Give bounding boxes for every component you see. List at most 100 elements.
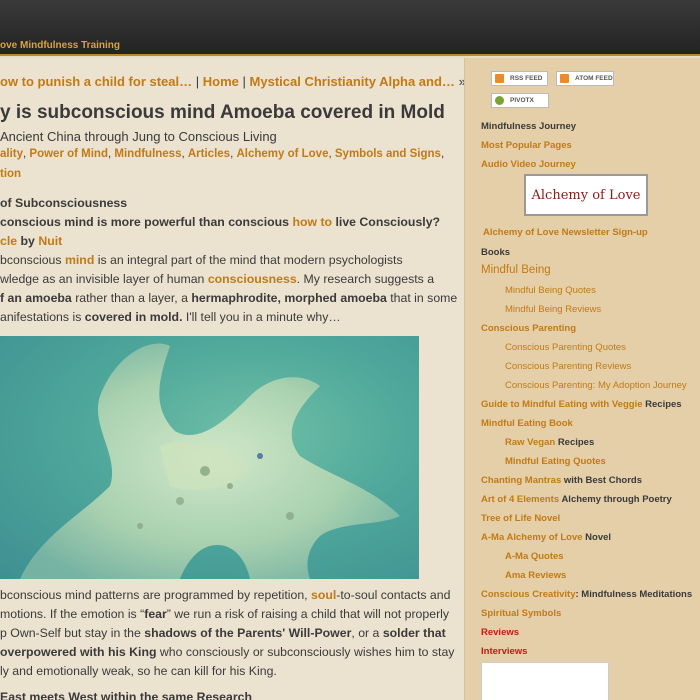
sidebar-item-mb-quotes[interactable]: Mindful Being Quotes: [505, 285, 596, 296]
sidebar-item-cp-adoption[interactable]: Conscious Parenting: My Adoption Journey: [505, 380, 687, 391]
sidebar-item-audio-video[interactable]: Audio Video Journey: [481, 159, 576, 170]
text: , or a: [351, 626, 380, 640]
sidebar-item-mindful-eating-book[interactable]: Mindful Eating Book: [481, 418, 573, 429]
sidebar-item-cp-reviews[interactable]: Conscious Parenting Reviews: [505, 361, 631, 372]
question-text: conscious mind is more powerful than con…: [0, 215, 290, 229]
text: bconscious mind patterns are programmed …: [0, 588, 308, 602]
question-text: live Consciously?: [335, 215, 441, 229]
chanting-tail: with Best Chords: [563, 475, 642, 486]
main-content: ow to punish a child for steal… | Home |…: [0, 58, 464, 700]
text: wledge as an invisible layer of human: [0, 272, 205, 286]
text: fear: [144, 607, 167, 621]
ama-tail: Novel: [585, 532, 612, 543]
category-link[interactable]: Power of Mind: [29, 148, 108, 160]
text: hermaphrodite, morphed amoeba: [191, 291, 387, 305]
sidebar-item-interviews[interactable]: Interviews: [481, 646, 527, 657]
text: f an amoeba: [0, 291, 72, 305]
sidebar-item-conscious-parenting[interactable]: Conscious Parenting: [481, 323, 576, 334]
paragraph-line: bconscious mind patterns are programmed …: [0, 588, 450, 602]
breadcrumb-prev-link[interactable]: ow to punish a child for steal…: [0, 74, 192, 89]
sidebar-item-most-popular[interactable]: Most Popular Pages: [481, 140, 572, 151]
paragraph-line: wledge as an invisible layer of human co…: [0, 272, 434, 286]
sidebar-widget-box: [481, 662, 609, 700]
sidebar-item-art[interactable]: Art of 4 Elements Alchemy through Poetry: [481, 494, 672, 505]
text: that in some: [390, 291, 458, 305]
pivotx-button[interactable]: PIVOTX: [491, 93, 549, 108]
sidebar-item-creativity[interactable]: Conscious Creativity: Mindfulness Medita…: [481, 589, 692, 600]
how-to-link[interactable]: how to: [292, 215, 332, 229]
sidebar-item-cp-quotes[interactable]: Conscious Parenting Quotes: [505, 342, 626, 353]
breadcrumb-next-link[interactable]: Mystical Christianity Alpha and…: [250, 74, 455, 89]
breadcrumb-home-link[interactable]: Home: [203, 74, 239, 89]
soul-link[interactable]: soul: [311, 588, 336, 602]
creativity-link[interactable]: Conscious Creativity: [481, 589, 576, 600]
art-link[interactable]: Art of 4 Elements: [481, 494, 559, 505]
text: solder that: [382, 626, 446, 640]
sidebar-item-ama-reviews[interactable]: Ama Reviews: [505, 570, 566, 581]
next-section-heading: East meets West within the same Research: [0, 690, 252, 700]
category-link[interactable]: Articles: [188, 148, 230, 160]
sidebar-item-guide[interactable]: Guide to Mindful Eating with Veggie Reci…: [481, 399, 682, 410]
category-link[interactable]: Alchemy of Love: [236, 148, 328, 160]
paragraph-line: overpowered with his King who consciousl…: [0, 645, 454, 659]
paragraph-line: anifestations is covered in mold. I'll t…: [0, 310, 341, 324]
paragraph-line: bconscious mind is an integral part of t…: [0, 253, 403, 267]
byline: cle by Nuit: [0, 234, 62, 248]
logo-text: Alchemy of Love: [531, 187, 641, 203]
sidebar-item-chanting[interactable]: Chanting Mantras with Best Chords: [481, 475, 642, 486]
breadcrumb: ow to punish a child for steal… | Home |…: [0, 74, 464, 89]
consciousness-link[interactable]: consciousness: [208, 272, 297, 286]
text: who consciously or subconsciously wishes…: [159, 645, 455, 659]
sidebar: RSS FEED ATOM FEED PIVOTX Mindfulness Jo…: [464, 58, 700, 700]
amoeba-illustration: [20, 343, 400, 579]
text: is an integral part of the mind that mod…: [97, 253, 403, 267]
rss-feed-button[interactable]: RSS FEED: [491, 71, 548, 86]
page-subtitle: Ancient China through Jung to Conscious …: [0, 129, 277, 144]
atom-icon: [560, 74, 569, 83]
sidebar-item-raw-vegan[interactable]: Raw Vegan Recipes: [505, 437, 594, 448]
category-link[interactable]: tion: [0, 168, 21, 180]
sidebar-item-mindfulness-journey[interactable]: Mindfulness Journey: [481, 121, 576, 132]
author-link[interactable]: Nuit: [38, 234, 62, 248]
mind-link[interactable]: mind: [65, 253, 94, 267]
text: ” we run a risk of raising a child that …: [166, 607, 450, 621]
page-title: y is subconscious mind Amoeba covered in…: [0, 102, 445, 123]
sidebar-item-spiritual-symbols[interactable]: Spiritual Symbols: [481, 608, 561, 619]
sidebar-item-books[interactable]: Books: [481, 247, 510, 258]
ama-link[interactable]: A-Ma Alchemy of Love: [481, 532, 583, 543]
text: I'll tell you in a minute why…: [185, 310, 341, 324]
sidebar-item-mindful-eating-quotes[interactable]: Mindful Eating Quotes: [505, 456, 606, 467]
rss-icon: [495, 74, 504, 83]
category-link[interactable]: Symbols and Signs: [335, 148, 441, 160]
breadcrumb-sep: |: [195, 74, 200, 89]
question-line: conscious mind is more powerful than con…: [0, 215, 440, 229]
guide-link[interactable]: Guide to Mindful Eating with Veggie: [481, 399, 643, 410]
paragraph-line: motions. If the emotion is “fear” we run…: [0, 607, 449, 621]
pivotx-label: PIVOTX: [510, 97, 534, 104]
paragraph-line: p Own-Self but stay in the shadows of th…: [0, 626, 446, 640]
guide-tail: Recipes: [645, 399, 682, 410]
atom-label: ATOM FEED: [575, 75, 613, 82]
sidebar-item-ama[interactable]: A-Ma Alchemy of Love Novel: [481, 532, 611, 543]
raw-vegan-link[interactable]: Raw Vegan: [505, 437, 555, 448]
byline-by: by: [20, 234, 35, 248]
paragraph-line: f an amoeba rather than a layer, a herma…: [0, 291, 457, 305]
top-nav-link[interactable]: ove Mindfulness Training: [0, 40, 120, 51]
alchemy-of-love-logo[interactable]: Alchemy of Love: [524, 174, 648, 216]
chanting-link[interactable]: Chanting Mantras: [481, 475, 561, 486]
sidebar-item-ama-quotes[interactable]: A-Ma Quotes: [505, 551, 564, 562]
text: overpowered with his King: [0, 645, 157, 659]
article-link[interactable]: cle: [0, 234, 17, 248]
atom-feed-button[interactable]: ATOM FEED: [556, 71, 614, 86]
text: shadows of the Parents' Will-Power: [144, 626, 352, 640]
sidebar-item-newsletter[interactable]: Alchemy of Love Newsletter Sign-up: [483, 227, 648, 238]
category-link[interactable]: ality: [0, 148, 23, 160]
sidebar-item-mindful-being[interactable]: Mindful Being: [481, 264, 551, 276]
sidebar-item-tree-of-life[interactable]: Tree of Life Novel: [481, 513, 560, 524]
sidebar-item-reviews[interactable]: Reviews: [481, 627, 519, 638]
sidebar-item-mb-reviews[interactable]: Mindful Being Reviews: [505, 304, 601, 315]
text: anifestations is: [0, 310, 82, 324]
category-link[interactable]: Mindfulness: [114, 148, 181, 160]
art-tail: Alchemy through Poetry: [561, 494, 672, 505]
text: motions. If the emotion is “: [0, 607, 145, 621]
